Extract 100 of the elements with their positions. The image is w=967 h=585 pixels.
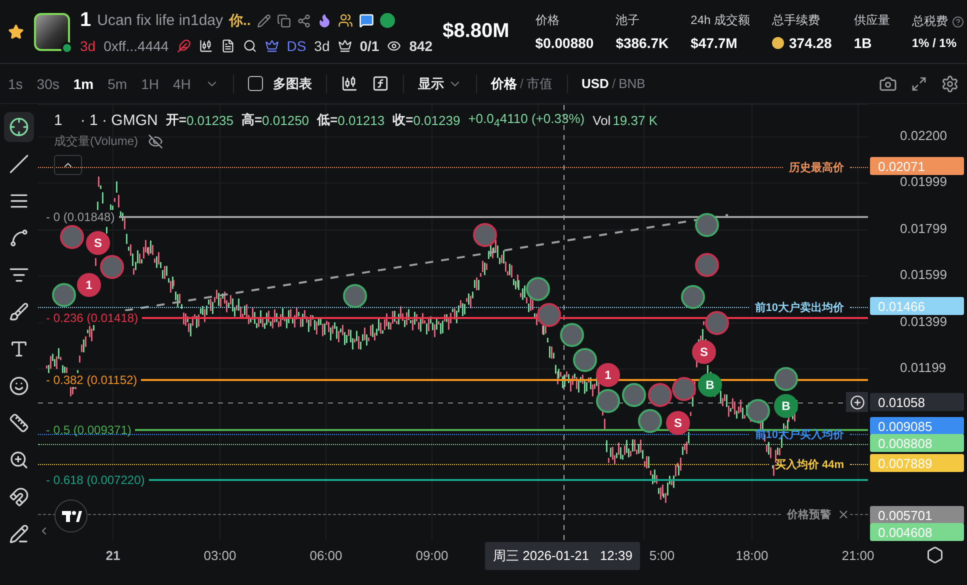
- time-tick: 18:00: [736, 548, 768, 563]
- ohlc-value: 0.01250: [262, 112, 310, 128]
- trader-avatar[interactable]: [473, 223, 497, 247]
- stat-label: 总手续费: [772, 12, 820, 29]
- trader-avatar[interactable]: [672, 377, 696, 401]
- trade-marker[interactable]: B: [774, 394, 798, 418]
- currency-tab[interactable]: BNB: [618, 76, 646, 91]
- ds-label: DS: [286, 38, 306, 54]
- collapse-button[interactable]: [54, 155, 82, 175]
- trader-avatar[interactable]: [746, 399, 770, 423]
- chart-symbol: 1: [54, 112, 62, 129]
- function-icon: [372, 75, 389, 92]
- status-badge: [61, 42, 73, 54]
- ohlc-value: 0.01239: [413, 112, 460, 128]
- price-tick: 0.01599: [900, 267, 947, 282]
- price-mode-tab[interactable]: 价格: [490, 74, 517, 92]
- crosshair-time: 周三 2026-01-21 12:39: [485, 542, 640, 570]
- settings-icon[interactable]: [926, 546, 944, 564]
- trade-marker[interactable]: S: [86, 231, 110, 255]
- trader-avatar[interactable]: [648, 383, 672, 407]
- ohlc-label: 低=: [317, 111, 338, 130]
- trader-avatar[interactable]: [596, 389, 620, 413]
- stat-value: $47.7M: [690, 35, 738, 51]
- trader-avatar[interactable]: [100, 255, 124, 279]
- display-menu[interactable]: 显示: [418, 74, 444, 92]
- currency-tab[interactable]: USD: [582, 76, 609, 91]
- trader-avatar[interactable]: [695, 213, 719, 237]
- brush-icon: [9, 302, 29, 322]
- ohlc-value: 0.01213: [338, 112, 385, 128]
- trader-avatar[interactable]: [705, 311, 729, 335]
- camera-icon: [879, 74, 897, 92]
- time-tick: 21: [106, 548, 120, 563]
- crosshair-tool-button[interactable]: [4, 112, 34, 142]
- price-mode-tab[interactable]: 市值: [526, 74, 552, 92]
- price-line-label: 买入均价 44m: [774, 458, 845, 472]
- interval-tab[interactable]: 1H: [141, 76, 159, 92]
- volume-indicator-label: 成交量(Volume): [54, 133, 138, 150]
- add-alert-button[interactable]: [846, 392, 868, 412]
- magnet-icon: [9, 487, 29, 507]
- text-icon: [9, 339, 29, 359]
- price-tick: 0.02200: [900, 128, 947, 143]
- multi-chart-label[interactable]: 多图表: [272, 74, 312, 92]
- help-icon: [952, 16, 964, 28]
- trade-marker[interactable]: S: [666, 411, 690, 435]
- trade-marker[interactable]: 1: [77, 273, 101, 297]
- eye-icon: [387, 39, 402, 53]
- price-line-label: 前10大户卖出均价: [754, 300, 845, 314]
- price-tag: 0.004608: [870, 523, 964, 541]
- trader-avatar[interactable]: [695, 253, 719, 277]
- trade-marker[interactable]: S: [692, 340, 716, 364]
- plus-icon: [850, 394, 864, 410]
- token-avatar[interactable]: [34, 12, 70, 50]
- trader-avatar[interactable]: [52, 283, 76, 307]
- time-tick: 06:00: [310, 548, 342, 563]
- trader-avatar[interactable]: [681, 285, 705, 309]
- ruler-icon: [9, 413, 29, 433]
- trader-avatar[interactable]: [638, 409, 662, 433]
- interval-tab[interactable]: 30s: [36, 76, 60, 92]
- interval-tab[interactable]: 5m: [108, 76, 128, 92]
- price-line-label: 前10大户买入均价: [754, 428, 845, 442]
- trade-marker[interactable]: B: [698, 373, 722, 397]
- interval-tab[interactable]: 1m: [73, 76, 94, 92]
- token-number: 1: [80, 9, 92, 32]
- trader-avatar[interactable]: [343, 284, 367, 308]
- price-tag: 0.005701: [870, 506, 964, 524]
- time-tick: 03:00: [204, 548, 236, 563]
- trade-marker[interactable]: 1: [596, 363, 620, 387]
- candlestick-icon: [340, 75, 358, 92]
- separator: /: [612, 76, 616, 91]
- stat-value: 1% / 1%: [912, 36, 958, 50]
- stat-label: 池子: [616, 12, 640, 29]
- settings-icon: [941, 74, 959, 92]
- trader-avatar[interactable]: [560, 323, 584, 347]
- document-icon: [220, 39, 235, 53]
- search-icon: [242, 39, 257, 53]
- share-icon: [296, 14, 311, 28]
- price-chart[interactable]: [38, 104, 868, 540]
- price-tag: 0.009085: [870, 417, 964, 435]
- trader-avatar[interactable]: [774, 367, 798, 391]
- price-tag: 0.007889: [870, 454, 964, 472]
- stat-label: 供应量: [854, 12, 890, 29]
- trader-avatar[interactable]: [60, 225, 84, 249]
- watchers-count: 842: [409, 38, 433, 54]
- trader-avatar[interactable]: [573, 348, 597, 372]
- line-icon: [9, 154, 29, 174]
- trader-avatar[interactable]: [537, 303, 561, 327]
- trader-avatar[interactable]: [622, 383, 646, 407]
- interval-tab[interactable]: 1s: [8, 76, 23, 92]
- contract-address[interactable]: 0xff...4444: [104, 38, 169, 54]
- price-tag: 0.02071: [870, 157, 964, 175]
- stat-label: 价格: [535, 12, 560, 29]
- interval-tab[interactable]: 4H: [172, 76, 191, 92]
- crosshair-icon: [9, 117, 29, 137]
- time-tick: 5:00: [649, 548, 675, 563]
- logo[interactable]: [54, 499, 88, 533]
- copy-icon: [276, 14, 291, 28]
- stat-value: $0.00880: [535, 35, 594, 51]
- checkbox[interactable]: [248, 76, 263, 91]
- trader-avatar[interactable]: [526, 277, 550, 301]
- price-change: +0.0$_{4}$4110 (+0.33%): [468, 111, 585, 130]
